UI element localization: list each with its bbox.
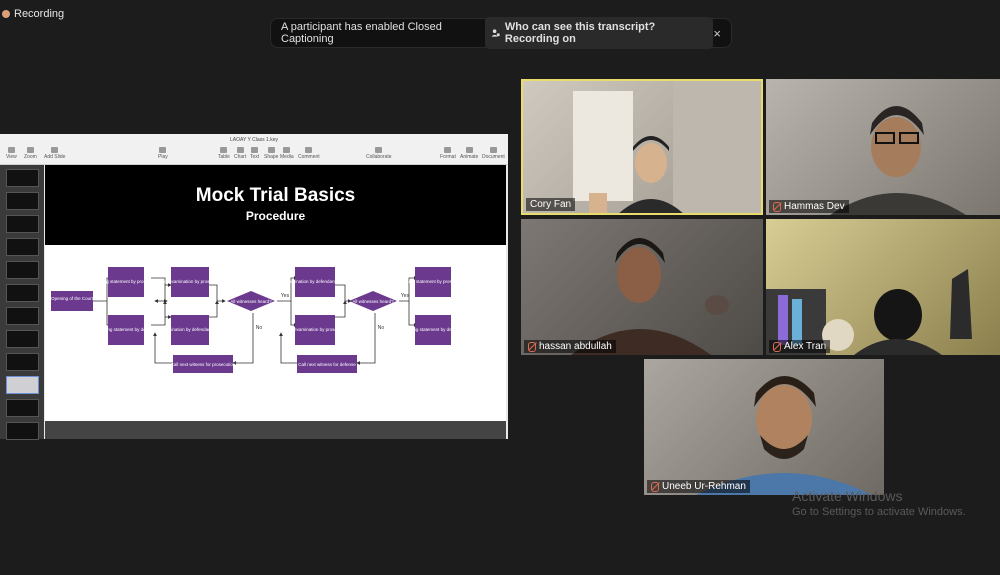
flow-yes-2: Yes — [401, 293, 410, 299]
recording-label: Recording — [14, 8, 65, 20]
flow-call-next-1: Call next witness for prosecution — [171, 362, 236, 367]
slide-thumbnail[interactable] — [6, 284, 39, 302]
participant-name: Cory Fan — [526, 198, 576, 211]
flow-closing-defense: Closing statement by defense — [403, 327, 463, 332]
toolbar-format[interactable]: Format — [440, 147, 456, 160]
toolbar-shape[interactable]: Shape — [264, 147, 278, 160]
participant-name: hassan abdullah — [524, 340, 616, 353]
participant-video — [830, 106, 966, 215]
video-tile[interactable]: hassan abdullah — [521, 219, 763, 355]
flow-direct-defense: Direct examination by defendants' attorn… — [271, 279, 359, 284]
slide-footer-bar — [45, 421, 506, 439]
participant-video — [766, 269, 972, 355]
toolbar-add-slide[interactable]: Add Slide — [44, 147, 65, 160]
close-icon[interactable]: × — [713, 26, 721, 41]
flow-no-2: No — [378, 325, 385, 331]
slide-title: Mock Trial Basics — [195, 185, 356, 206]
recording-icon — [2, 10, 10, 18]
toolbar-animate[interactable]: Animate — [460, 147, 478, 160]
video-tile-active-speaker[interactable]: Cory Fan — [521, 79, 763, 215]
muted-mic-icon — [528, 341, 536, 352]
flow-decision-1: All witnesses heard? — [230, 299, 272, 304]
muted-mic-icon — [773, 201, 781, 212]
flow-opening-prosecution: Opening statement by prosecution — [92, 279, 161, 284]
video-tile[interactable]: Alex Tran — [766, 219, 1000, 355]
toolbar-media[interactable]: Media — [280, 147, 294, 160]
participant-name: Uneeb Ur-Rehman — [647, 480, 750, 493]
slide-thumbnail[interactable] — [6, 238, 39, 256]
slide-thumbnail[interactable] — [6, 215, 39, 233]
toolbar-text[interactable]: Text — [250, 147, 259, 160]
recording-indicator[interactable]: Recording — [0, 8, 64, 20]
caption-message: A participant has enabled Closed Caption… — [281, 21, 442, 45]
slide-thumbnail[interactable] — [6, 192, 39, 210]
slide-thumbnail-selected[interactable] — [6, 376, 39, 394]
slide-header: Mock Trial Basics Procedure — [45, 165, 506, 245]
flow-closing-prosecution: Closing statement by prosecution — [400, 279, 467, 284]
video-tile[interactable]: Hammas Dev — [766, 79, 1000, 215]
slide-subtitle: Procedure — [245, 209, 306, 223]
participant-video — [573, 81, 761, 213]
toolbar-view[interactable]: View — [6, 147, 17, 160]
current-slide[interactable]: Mock Trial Basics Procedure Opening of t… — [45, 165, 506, 439]
flow-decision-2: All witnesses heard? — [352, 299, 394, 304]
slide-thumbnail[interactable] — [6, 399, 39, 417]
watermark-title: Activate Windows — [792, 488, 903, 504]
toolbar-comment[interactable]: Comment — [298, 147, 320, 160]
shared-screen: LAOAY Y Class 1.key View Zoom Add Slide … — [0, 134, 508, 440]
person-lock-icon — [491, 29, 500, 37]
toolbar-play[interactable]: Play — [158, 147, 168, 160]
keynote-toolbar: LAOAY Y Class 1.key View Zoom Add Slide … — [0, 134, 508, 165]
muted-mic-icon — [773, 341, 781, 352]
video-tile[interactable]: Uneeb Ur-Rehman — [644, 359, 884, 495]
muted-mic-icon — [651, 481, 659, 492]
participant-video — [571, 238, 729, 355]
flow-cross-defense: Cross examination by defendants' attorne… — [147, 327, 233, 332]
slide-thumbnail[interactable] — [6, 330, 39, 348]
flow-call-next-2: Call next witness for defense — [298, 362, 356, 367]
procedure-flowchart: Opening of the Court Opening statement b… — [51, 267, 467, 373]
slide-thumbnail[interactable] — [6, 353, 39, 371]
flow-yes-1: Yes — [281, 293, 290, 299]
flow-direct-prosecution: Direct examination by prosecution — [156, 279, 224, 284]
participant-name: Alex Tran — [769, 340, 831, 353]
toolbar-document[interactable]: Document — [482, 147, 505, 160]
transcript-visibility-button[interactable]: Who can see this transcript? Recording o… — [484, 17, 714, 49]
transcript-visibility-label: Who can see this transcript? Recording o… — [504, 21, 656, 45]
slide-thumbnail[interactable] — [6, 422, 39, 440]
slide-thumbnail[interactable] — [6, 169, 39, 187]
toolbar-table[interactable]: Table — [218, 147, 230, 160]
flow-cross-prosecution: Cross examination by prosecution — [281, 327, 349, 332]
toolbar-chart[interactable]: Chart — [234, 147, 246, 160]
slide-thumbnail[interactable] — [6, 261, 39, 279]
window-title: LAOAY Y Class 1.key — [230, 137, 278, 143]
flow-no-1: No — [256, 325, 263, 331]
watermark-subtitle: Go to Settings to activate Windows. — [792, 506, 966, 518]
participant-name: Hammas Dev — [769, 200, 849, 213]
windows-activation-watermark: Activate Windows Go to Settings to activ… — [792, 488, 966, 518]
participant-video — [696, 376, 872, 495]
flow-start: Opening of the Court — [51, 296, 94, 301]
caption-notification: A participant has enabled Closed Caption… — [270, 17, 732, 49]
slide-navigator[interactable] — [0, 165, 44, 440]
toolbar-collaborate[interactable]: Collaborate — [366, 147, 392, 160]
toolbar-zoom[interactable]: Zoom — [24, 147, 37, 160]
slide-thumbnail[interactable] — [6, 307, 39, 325]
